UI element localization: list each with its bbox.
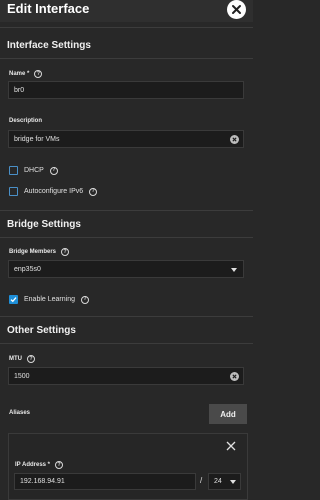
ip-address-label: IP Address * ?	[15, 461, 64, 469]
divider	[0, 316, 253, 317]
mtu-label-text: MTU	[9, 356, 22, 362]
ipv6-checkbox[interactable]	[9, 187, 18, 196]
chevron-down-icon	[231, 268, 237, 272]
netmask-value: 24	[214, 478, 222, 485]
x-icon	[232, 137, 237, 142]
clear-icon[interactable]	[230, 372, 239, 381]
x-icon	[232, 374, 237, 379]
name-label-text: Name *	[9, 71, 30, 77]
ipv6-row: Autoconfigure IPv6 ?	[9, 187, 98, 196]
divider	[0, 237, 253, 238]
aliases-label: Aliases	[9, 410, 30, 416]
help-icon[interactable]: ?	[27, 355, 35, 363]
help-icon[interactable]: ?	[61, 248, 70, 256]
mtu-label: MTU ?	[9, 355, 35, 363]
dialog-header: Edit Interface	[0, 0, 253, 22]
close-dialog-button[interactable]	[227, 0, 246, 19]
remove-alias-button[interactable]	[225, 440, 237, 452]
help-icon[interactable]: ?	[49, 166, 58, 175]
help-icon[interactable]: ?	[34, 70, 43, 78]
enable-learning-row: Enable Learning ?	[9, 295, 89, 304]
divider	[0, 210, 253, 211]
bridge-members-select[interactable]: enp35s0	[8, 260, 244, 278]
divider	[0, 27, 253, 28]
name-input[interactable]: br0	[8, 81, 244, 99]
chevron-down-icon	[230, 480, 236, 484]
section-other-settings: Other Settings	[7, 325, 76, 336]
dhcp-label: DHCP	[24, 167, 44, 174]
section-interface-settings: Interface Settings	[7, 40, 91, 51]
enable-learning-label: Enable Learning	[24, 296, 75, 303]
dialog-title: Edit Interface	[7, 1, 90, 16]
name-label: Name * ?	[9, 70, 43, 78]
netmask-separator: /	[200, 476, 203, 485]
bridge-members-value: enp35s0	[14, 265, 41, 273]
dhcp-row: DHCP ?	[9, 166, 58, 175]
divider	[0, 343, 253, 344]
description-label-text: Description	[9, 118, 43, 124]
help-icon[interactable]: ?	[55, 461, 64, 469]
close-icon	[226, 441, 236, 451]
description-input[interactable]: bridge for VMs	[8, 130, 244, 148]
bridge-members-label: Bridge Members ?	[9, 248, 70, 256]
aliases-label-text: Aliases	[9, 410, 31, 416]
description-value: bridge for VMs	[14, 135, 60, 143]
close-icon	[232, 5, 241, 14]
enable-learning-checkbox[interactable]	[9, 295, 18, 304]
ipv6-label: Autoconfigure IPv6	[24, 188, 84, 195]
add-alias-button[interactable]: Add	[209, 404, 247, 424]
dhcp-checkbox[interactable]	[9, 166, 18, 175]
clear-icon[interactable]	[230, 135, 239, 144]
ip-address-label-text: IP Address *	[15, 462, 51, 468]
section-bridge-settings: Bridge Settings	[7, 219, 81, 230]
mtu-value: 1500	[14, 372, 30, 380]
mtu-input[interactable]: 1500	[8, 367, 244, 385]
help-icon[interactable]: ?	[81, 295, 89, 304]
ip-address-input[interactable]: 192.168.94.91	[14, 473, 196, 490]
description-label: Description	[9, 118, 42, 124]
help-icon[interactable]: ?	[89, 187, 98, 196]
divider	[0, 58, 253, 59]
bridge-members-label-text: Bridge Members	[9, 249, 57, 255]
netmask-select[interactable]: 24	[208, 473, 241, 490]
check-icon	[10, 297, 17, 303]
